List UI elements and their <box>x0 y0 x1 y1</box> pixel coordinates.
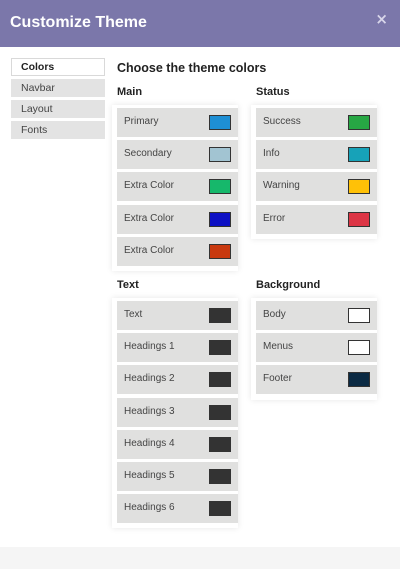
color-swatch[interactable] <box>209 179 231 195</box>
color-list: Success Info Warning Error <box>251 105 377 239</box>
color-option-label: Warning <box>263 180 300 192</box>
color-option-label: Headings 6 <box>124 502 175 514</box>
color-option-label: Body <box>263 309 286 320</box>
color-option-primary[interactable]: Primary <box>117 108 238 137</box>
nav-item-fonts[interactable]: Fonts <box>11 121 105 139</box>
color-option-label: Menus <box>263 341 294 353</box>
color-option-headings-5[interactable]: Headings 5 <box>117 461 238 491</box>
theme-sections-nav: Colors Navbar Layout Fonts <box>11 58 105 142</box>
color-option-footer[interactable]: Footer <box>256 365 377 395</box>
color-swatch[interactable] <box>209 308 231 323</box>
color-option-label: Error <box>263 212 286 224</box>
status-colors-group: Status Success Info Warning Error <box>251 86 382 239</box>
color-swatch[interactable] <box>209 211 231 227</box>
group-title: Main <box>117 86 143 98</box>
color-swatch[interactable] <box>209 340 231 356</box>
color-list: Body Menus Footer <box>251 298 377 400</box>
color-swatch[interactable] <box>209 501 231 517</box>
color-swatch[interactable] <box>209 147 231 163</box>
group-title: Text <box>117 279 139 291</box>
color-option-label: Headings 5 <box>124 469 175 481</box>
color-option-warning[interactable]: Warning <box>256 172 377 202</box>
group-title: Background <box>256 279 321 291</box>
color-option-label: Success <box>263 116 301 127</box>
color-option-info[interactable]: Info <box>256 140 377 170</box>
color-option-success[interactable]: Success <box>256 108 377 137</box>
nav-item-navbar[interactable]: Navbar <box>11 79 105 97</box>
page-footer-area <box>0 547 400 569</box>
color-option-text[interactable]: Text <box>117 301 238 330</box>
color-option-label: Extra Color <box>124 244 175 256</box>
color-option-body[interactable]: Body <box>256 301 377 330</box>
color-list: Text Headings 1 Headings 2 Headings 3 Headin… <box>112 298 238 529</box>
color-option-error[interactable]: Error <box>256 204 377 234</box>
color-swatch[interactable] <box>348 372 370 388</box>
color-option-headings-2[interactable]: Headings 2 <box>117 365 238 395</box>
color-option-label: Extra Color <box>124 180 175 192</box>
color-option-label: Headings 4 <box>124 437 175 449</box>
color-swatch[interactable] <box>348 308 370 323</box>
main-colors-group: Main Primary Secondary Extra Color Extra Co… <box>112 86 243 271</box>
color-swatch[interactable] <box>209 404 231 420</box>
section-title: Choose the theme colors <box>117 61 267 75</box>
background-colors-group: Background Body Menus Footer <box>251 279 382 400</box>
color-list: Primary Secondary Extra Color Extra Color Ex… <box>112 105 238 271</box>
text-colors-group: Text Text Headings 1 Headings 2 Headings 3 H… <box>112 279 243 529</box>
nav-item-layout[interactable]: Layout <box>11 100 105 118</box>
color-swatch[interactable] <box>348 115 370 130</box>
color-option-label: Text <box>124 309 143 320</box>
color-option-headings-4[interactable]: Headings 4 <box>117 429 238 459</box>
color-option-label: Headings 3 <box>124 405 175 417</box>
color-swatch[interactable] <box>209 436 231 452</box>
color-option-menus[interactable]: Menus <box>256 333 377 363</box>
group-title: Status <box>256 86 290 98</box>
color-option-extra-color[interactable]: Extra Color <box>117 236 238 266</box>
customize-theme-dialog: Customize Theme × Colors Navbar Layout F… <box>0 0 400 547</box>
color-option-label: Extra Color <box>124 212 175 224</box>
dialog-header: Customize Theme × <box>0 0 400 47</box>
color-swatch[interactable] <box>348 179 370 195</box>
color-option-headings-1[interactable]: Headings 1 <box>117 333 238 363</box>
color-option-extra-color[interactable]: Extra Color <box>117 204 238 234</box>
color-option-label: Primary <box>124 116 159 127</box>
color-option-label: Info <box>263 148 280 160</box>
color-swatch[interactable] <box>348 340 370 356</box>
close-icon[interactable]: × <box>375 10 388 28</box>
color-swatch[interactable] <box>209 115 231 130</box>
color-option-label: Headings 1 <box>124 341 175 353</box>
color-option-label: Secondary <box>124 148 172 160</box>
color-swatch[interactable] <box>209 243 231 259</box>
color-option-headings-6[interactable]: Headings 6 <box>117 494 238 524</box>
color-option-label: Footer <box>263 373 292 385</box>
color-option-secondary[interactable]: Secondary <box>117 140 238 170</box>
color-option-label: Headings 2 <box>124 373 175 385</box>
dialog-title: Customize Theme <box>10 14 147 31</box>
color-option-headings-3[interactable]: Headings 3 <box>117 397 238 427</box>
color-swatch[interactable] <box>209 468 231 484</box>
nav-item-colors[interactable]: Colors <box>11 58 105 76</box>
color-swatch[interactable] <box>348 147 370 163</box>
color-option-extra-color[interactable]: Extra Color <box>117 172 238 202</box>
color-swatch[interactable] <box>348 211 370 227</box>
color-swatch[interactable] <box>209 372 231 388</box>
